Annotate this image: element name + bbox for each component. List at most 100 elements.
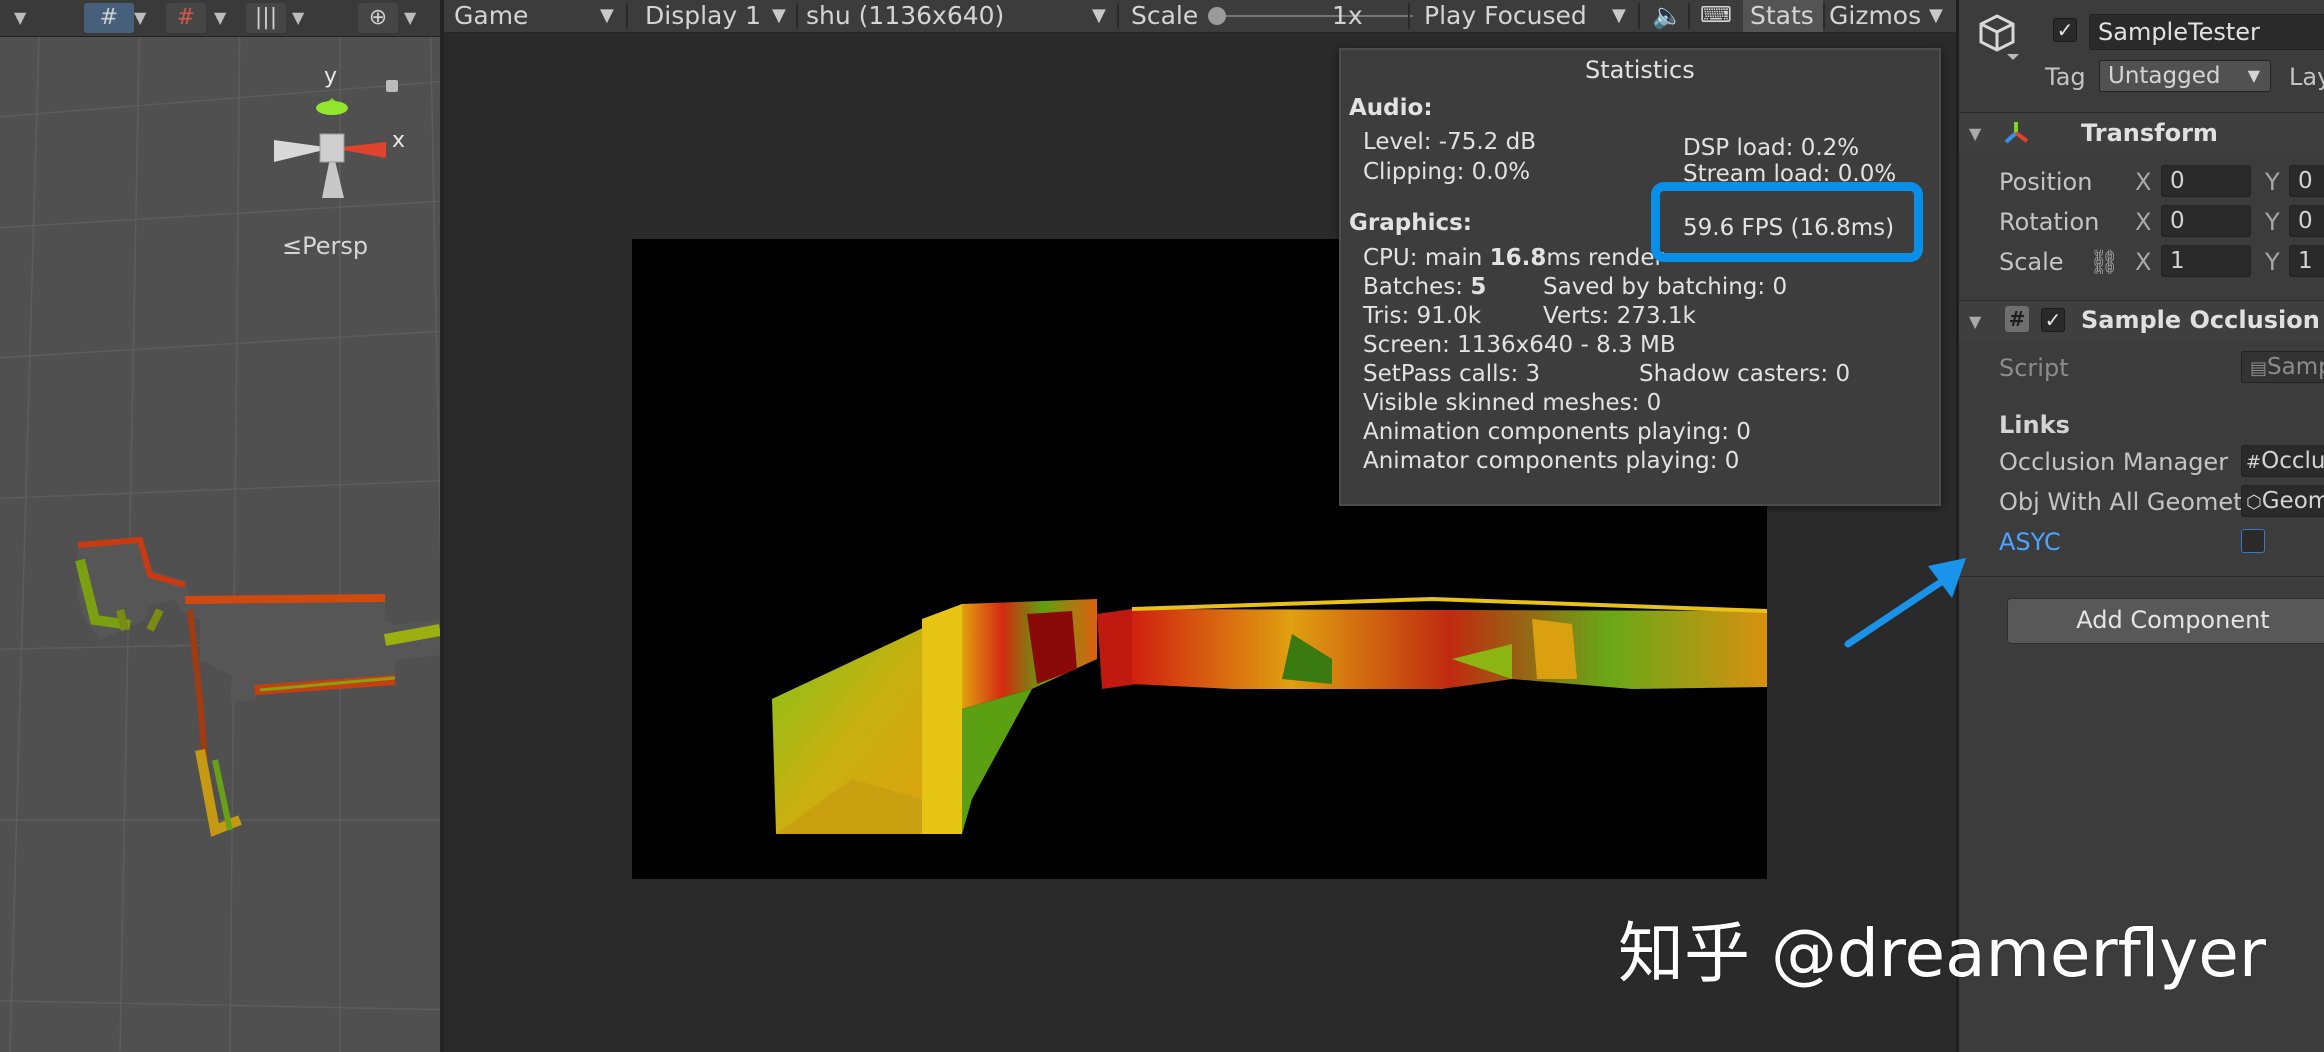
keyboard-icon[interactable]: ⌨: [1700, 0, 1732, 32]
position-label: Position: [1999, 168, 2093, 196]
chevron-down-icon[interactable]: ▼: [1929, 0, 1943, 32]
chevron-down-icon[interactable]: ▼: [1612, 0, 1626, 32]
audio-clipping: Clipping: 0.0%: [1363, 159, 1531, 185]
occlusion-manager-field[interactable]: #Occlu: [2241, 445, 2324, 477]
position-y-field[interactable]: 0: [2289, 165, 2324, 197]
position-y-label[interactable]: Y: [2265, 167, 2280, 197]
scale-slider-track[interactable]: [1213, 15, 1413, 17]
dsp-load: DSP load: 0.2%: [1683, 135, 1860, 161]
dropdown-caret-icon[interactable]: ▼: [292, 2, 304, 34]
graphics-heading: Graphics:: [1349, 210, 1472, 236]
gameobject-cube-icon: [1979, 14, 2019, 60]
layer-label: Lay: [2289, 63, 2324, 91]
watermark: 知乎 @dreamerflyer: [1618, 915, 2267, 992]
active-checkbox[interactable]: ✓: [2053, 18, 2077, 42]
skinned-meshes: Visible skinned meshes: 0: [1363, 390, 1662, 416]
orientation-gizmo: [274, 98, 386, 198]
toolbar-divider: [796, 3, 798, 29]
chevron-down-icon[interactable]: ▼: [600, 0, 614, 32]
scale-x-label[interactable]: X: [2135, 247, 2151, 277]
verts: Verts: 273.1k: [1543, 303, 1696, 329]
shadow-casters: Shadow casters: 0: [1639, 361, 1851, 387]
batches: Batches: 5: [1363, 274, 1487, 300]
toolbar-divider: [1688, 3, 1690, 29]
game-view-dropdown[interactable]: Game: [454, 0, 528, 32]
toolbar-divider: [1408, 3, 1410, 29]
chevron-down-icon[interactable]: ▼: [772, 0, 786, 32]
transform-title: Transform: [2081, 119, 2218, 147]
rotation-label: Rotation: [1999, 208, 2100, 236]
script-hash-icon: #: [2005, 306, 2029, 332]
scale-slider-handle[interactable]: [1208, 7, 1226, 25]
scale-label: Scale: [1999, 248, 2064, 276]
position-x-label[interactable]: X: [2135, 167, 2151, 197]
statistics-title: Statistics: [1585, 56, 1695, 84]
grid-snap-icon[interactable]: #: [84, 3, 134, 33]
dropdown-caret-icon[interactable]: ▼: [214, 2, 226, 34]
scene-toolbar: ▼ # ▼ # ▼ ||| ▼ ⊕ ▼: [0, 0, 440, 37]
resolution-dropdown[interactable]: shu (1136x640): [806, 0, 1004, 32]
scale-label: Scale: [1131, 1, 1199, 30]
obj-geometry-field[interactable]: ⬡Geom: [2241, 485, 2324, 517]
async-checkbox[interactable]: [2241, 529, 2265, 553]
dropdown-caret-icon[interactable]: ▼: [14, 2, 26, 34]
dropdown-caret-icon[interactable]: ▼: [404, 2, 416, 34]
occlusion-manager-label: Occlusion Manager: [1999, 448, 2229, 476]
toolbar-divider: [1117, 3, 1119, 29]
scene-grid: [0, 0, 440, 1052]
scene-view[interactable]: y x ≤Persp: [0, 0, 444, 1052]
audio-mute-icon[interactable]: 🔈: [1652, 0, 1683, 32]
add-component-button[interactable]: Add Component: [2007, 598, 2324, 644]
async-label: ASYC: [1999, 528, 2061, 556]
component-title: Sample Occlusion Per: [2081, 306, 2324, 334]
rotation-x-label[interactable]: X: [2135, 207, 2151, 237]
inspector-panel: ✓ SampleTester Tag Untagged▼ Lay ▼ Trans…: [1956, 0, 2324, 1052]
component-enabled-checkbox[interactable]: ✓: [2041, 308, 2065, 332]
rotation-y-field[interactable]: 0: [2289, 205, 2324, 237]
fps-highlight-box: [1651, 182, 1923, 262]
divider: [1959, 576, 2324, 577]
cpu-timing: CPU: main 16.8ms render: [1363, 245, 1664, 271]
audio-level: Level: -75.2 dB: [1363, 129, 1536, 155]
tris: Tris: 91.0k: [1363, 303, 1482, 329]
constrain-proportions-icon[interactable]: ⛓: [2089, 247, 2119, 277]
scale-value: 1x: [1332, 1, 1363, 30]
tag-label: Tag: [2045, 63, 2086, 91]
gizmos-toggle[interactable]: Gizmos: [1829, 0, 1921, 32]
script-field: ▤Samp: [2241, 351, 2324, 383]
animator-components: Animator components playing: 0: [1363, 448, 1740, 474]
toolbar-divider: [1823, 3, 1825, 29]
annotation-arrow-icon: [1844, 558, 1966, 648]
animation-components: Animation components playing: 0: [1363, 419, 1751, 445]
scene-level-geometry: [75, 536, 440, 837]
rotation-y-label[interactable]: Y: [2265, 207, 2280, 237]
audio-heading: Audio:: [1349, 95, 1433, 121]
play-mode-dropdown[interactable]: Play Focused: [1424, 0, 1587, 32]
chevron-down-icon[interactable]: ▼: [1092, 0, 1106, 32]
scale-y-field[interactable]: 1: [2289, 245, 2324, 277]
rotation-x-field[interactable]: 0: [2161, 205, 2251, 237]
gizmo-y-label: y: [324, 64, 338, 89]
saved-by-batching: Saved by batching: 0: [1543, 274, 1788, 300]
grid-icon[interactable]: #: [166, 3, 206, 33]
persp-toggle[interactable]: ≤Persp: [282, 232, 368, 260]
lock-icon[interactable]: [386, 80, 398, 92]
scale-y-label[interactable]: Y: [2265, 247, 2280, 277]
gizmo-globe-icon[interactable]: ⊕: [358, 3, 398, 33]
object-name-field[interactable]: SampleTester: [2089, 14, 2324, 50]
script-label: Script: [1999, 354, 2069, 382]
gizmo-x-label: x: [392, 128, 406, 153]
ruler-icon[interactable]: |||: [246, 3, 286, 33]
tag-dropdown[interactable]: Untagged ▼: [2099, 60, 2271, 92]
links-heading: Links: [1999, 411, 2070, 439]
foldout-arrow-icon[interactable]: ▼: [1969, 312, 1981, 331]
screen-info: Screen: 1136x640 - 8.3 MB: [1363, 332, 1676, 358]
setpass-calls: SetPass calls: 3: [1363, 361, 1541, 387]
dropdown-caret-icon[interactable]: ▼: [134, 2, 146, 34]
foldout-arrow-icon[interactable]: ▼: [1969, 124, 1981, 143]
display-dropdown[interactable]: Display 1: [645, 0, 761, 32]
position-x-field[interactable]: 0: [2161, 165, 2251, 197]
scale-x-field[interactable]: 1: [2161, 245, 2251, 277]
toolbar-divider: [626, 3, 628, 29]
stats-toggle[interactable]: Stats: [1750, 0, 1814, 32]
